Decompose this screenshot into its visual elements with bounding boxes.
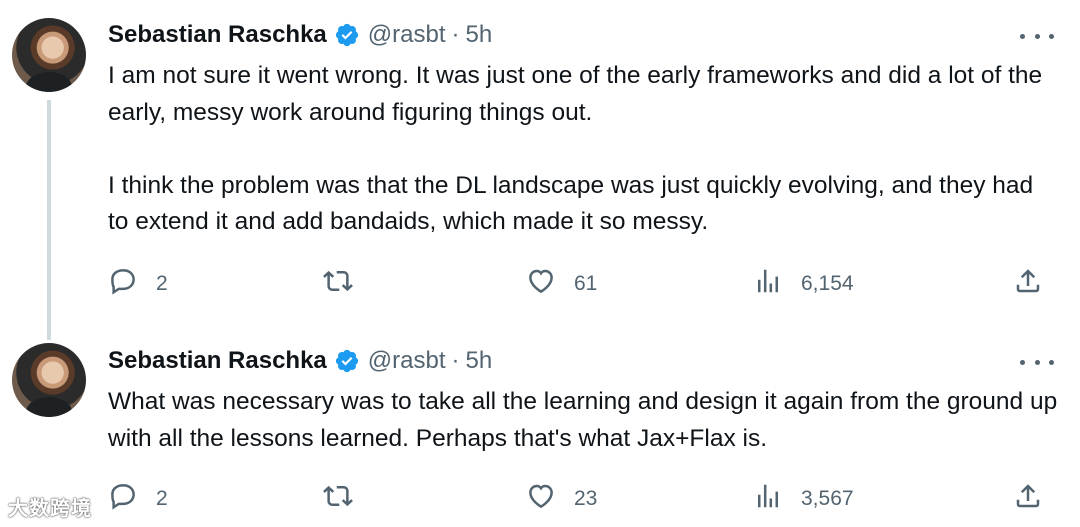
retweet-icon (323, 481, 353, 517)
tweet-text: I am not sure it went wrong. It was just… (108, 62, 1043, 235)
reply-count: 2 (156, 487, 168, 510)
reply-button[interactable]: 2 (108, 481, 168, 517)
tweet-actions: 2 61 6,154 (108, 266, 1048, 302)
like-button[interactable]: 23 (526, 481, 597, 517)
reply-button[interactable]: 2 (108, 266, 168, 302)
share-icon (1013, 266, 1043, 302)
more-icon[interactable] (1020, 352, 1054, 372)
views-count: 3,567 (801, 487, 854, 510)
heart-icon (526, 266, 556, 302)
retweet-button[interactable] (323, 481, 371, 517)
like-count: 61 (574, 272, 598, 295)
verified-badge-icon (334, 22, 360, 48)
reply-icon (108, 481, 138, 517)
timestamp[interactable]: 5h (466, 21, 493, 49)
retweet-icon (323, 266, 353, 302)
views-icon (753, 266, 783, 302)
views-count: 6,154 (801, 272, 854, 295)
like-button[interactable]: 61 (526, 266, 597, 302)
tweet-text: What was necessary was to take all the l… (108, 388, 1065, 452)
separator-dot: · (451, 21, 460, 48)
reply-icon (108, 266, 138, 302)
heart-icon (526, 481, 556, 517)
thread-connector-line (47, 100, 51, 340)
tweet-header: Sebastian Raschka @rasbt · 5h (108, 344, 492, 378)
retweet-button[interactable] (323, 266, 371, 302)
views-icon (753, 481, 783, 517)
author-handle[interactable]: @rasbt (368, 347, 446, 375)
views-button[interactable]: 3,567 (753, 481, 854, 517)
separator-dot: · (451, 347, 460, 374)
avatar[interactable] (12, 18, 86, 92)
share-button[interactable] (1013, 266, 1043, 302)
reply-count: 2 (156, 272, 168, 295)
author-name[interactable]: Sebastian Raschka (108, 21, 327, 49)
tweet-actions: 2 23 3,567 (108, 481, 1048, 517)
tweet-header: Sebastian Raschka @rasbt · 5h (108, 18, 492, 52)
verified-badge-icon (334, 348, 360, 374)
share-icon (1013, 481, 1043, 517)
author-handle[interactable]: @rasbt (368, 21, 446, 49)
like-count: 23 (574, 487, 598, 510)
timestamp[interactable]: 5h (466, 347, 493, 375)
more-icon[interactable] (1020, 26, 1054, 46)
watermark: 大数跨境 (8, 498, 92, 520)
share-button[interactable] (1013, 481, 1043, 517)
author-name[interactable]: Sebastian Raschka (108, 347, 327, 375)
avatar[interactable] (12, 343, 86, 417)
views-button[interactable]: 6,154 (753, 266, 854, 302)
